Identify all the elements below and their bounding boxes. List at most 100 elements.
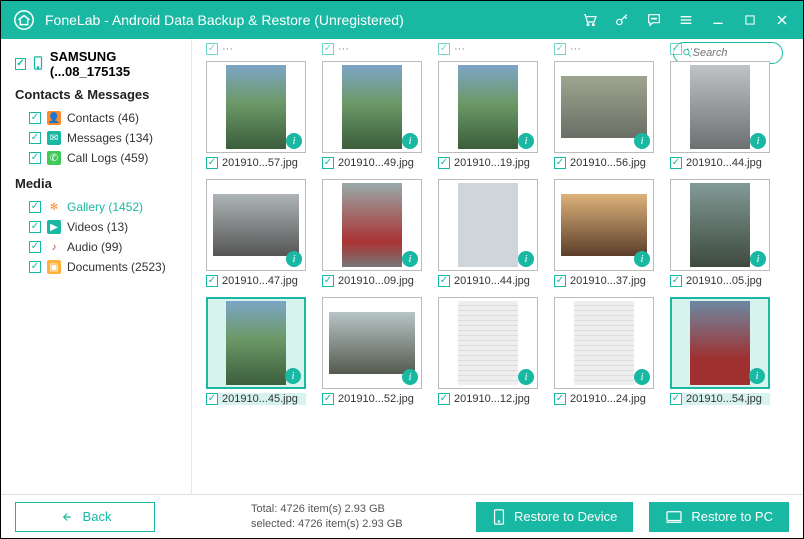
checkbox[interactable]	[29, 152, 41, 164]
thumbnail[interactable]: i 201910...44.jpg	[438, 179, 538, 287]
thumbnail[interactable]: i 201910...19.jpg	[438, 61, 538, 169]
sidebar-item-gallery[interactable]: ✻ Gallery (1452)	[15, 197, 183, 217]
thumbnail[interactable]: i 201910...57.jpg	[206, 61, 306, 169]
thumb-filename: 201910...44.jpg	[454, 275, 530, 287]
thumb-checkbox[interactable]	[670, 275, 682, 287]
thumbnail[interactable]: i201910...52.jpg	[322, 297, 422, 405]
category-media: Media	[15, 176, 183, 191]
info-icon[interactable]: i	[634, 369, 650, 385]
info-icon[interactable]: i	[518, 133, 534, 149]
audio-icon: ♪	[47, 240, 61, 254]
sidebar-item-messages[interactable]: ✉ Messages (134)	[15, 128, 183, 148]
thumbnail[interactable]: i 201910...44.jpg	[670, 61, 770, 169]
thumb-checkbox[interactable]	[554, 275, 566, 287]
pc-icon	[665, 510, 683, 524]
thumb-checkbox[interactable]	[206, 157, 218, 169]
thumb-filename: 201910...44.jpg	[686, 157, 762, 169]
feedback-icon[interactable]	[645, 11, 663, 29]
thumb-checkbox[interactable]	[438, 393, 450, 405]
info-icon[interactable]: i	[634, 251, 650, 267]
category-contacts: Contacts & Messages	[15, 87, 183, 102]
restore-pc-button[interactable]: Restore to PC	[649, 502, 789, 532]
device-checkbox[interactable]	[15, 58, 26, 70]
documents-icon: ▣	[47, 260, 61, 274]
thumb-checkbox[interactable]	[670, 157, 682, 169]
minimize-icon[interactable]	[709, 11, 727, 29]
thumbnail[interactable]: i 201910...45.jpg	[206, 297, 306, 405]
home-icon[interactable]	[13, 9, 35, 31]
info-icon[interactable]: i	[518, 369, 534, 385]
thumb-filename: 201910...57.jpg	[222, 157, 298, 169]
thumb-checkbox[interactable]	[322, 157, 334, 169]
menu-icon[interactable]	[677, 11, 695, 29]
thumbnail[interactable]: i201910...05.jpg	[670, 179, 770, 287]
sidebar-item-contacts[interactable]: 👤 Contacts (46)	[15, 108, 183, 128]
thumbnail[interactable]: i201910...37.jpg	[554, 179, 654, 287]
checkbox[interactable]	[29, 132, 41, 144]
restore-device-label: Restore to Device	[514, 509, 617, 524]
thumb-filename: 201910...12.jpg	[454, 393, 530, 405]
sidebar-item-videos[interactable]: ▶ Videos (13)	[15, 217, 183, 237]
info-icon[interactable]: i	[286, 251, 302, 267]
stats-selected: selected: 4726 item(s) 2.93 GB	[251, 517, 460, 531]
info-icon[interactable]: i	[518, 251, 534, 267]
checkbox[interactable]	[29, 112, 41, 124]
thumb-checkbox[interactable]	[438, 157, 450, 169]
sidebar-item-label: Contacts (46)	[67, 111, 139, 125]
thumb-checkbox[interactable]	[554, 157, 566, 169]
thumb-filename: 201910...45.jpg	[222, 393, 298, 405]
info-icon[interactable]: i	[286, 133, 302, 149]
info-icon[interactable]: i	[402, 251, 418, 267]
cart-icon[interactable]	[581, 11, 599, 29]
thumb-filename: 201910...49.jpg	[338, 157, 414, 169]
info-icon[interactable]: i	[749, 368, 765, 384]
sidebar-item-label: Videos (13)	[67, 220, 128, 234]
videos-icon: ▶	[47, 220, 61, 234]
thumb-checkbox[interactable]	[206, 393, 218, 405]
stats-total: Total: 4726 item(s) 2.93 GB	[251, 502, 460, 516]
restore-device-button[interactable]: Restore to Device	[476, 502, 633, 532]
thumbnail[interactable]: i 201910...49.jpg	[322, 61, 422, 169]
device-name: SAMSUNG (...08_175135	[50, 49, 183, 79]
thumb-checkbox[interactable]	[438, 275, 450, 287]
info-icon[interactable]: i	[285, 368, 301, 384]
checkbox[interactable]	[29, 221, 41, 233]
device-row[interactable]: SAMSUNG (...08_175135	[15, 49, 183, 79]
thumb-filename: 201910...19.jpg	[454, 157, 530, 169]
thumb-checkbox[interactable]	[670, 393, 682, 405]
thumbnail[interactable]: i201910...56.jpg	[554, 61, 654, 169]
back-button[interactable]: Back	[15, 502, 155, 532]
info-icon[interactable]: i	[402, 369, 418, 385]
sidebar-item-documents[interactable]: ▣ Documents (2523)	[15, 257, 183, 277]
footer: Back Total: 4726 item(s) 2.93 GB selecte…	[1, 494, 803, 538]
thumb-checkbox[interactable]	[322, 393, 334, 405]
sidebar-item-label: Gallery (1452)	[67, 200, 143, 214]
thumb-checkbox[interactable]	[554, 393, 566, 405]
info-icon[interactable]: i	[634, 133, 650, 149]
thumb-checkbox[interactable]	[322, 275, 334, 287]
thumbnail[interactable]: i201910...24.jpg	[554, 297, 654, 405]
gallery-icon: ✻	[47, 200, 61, 214]
thumbnail[interactable]: i201910...09.jpg	[322, 179, 422, 287]
restore-pc-label: Restore to PC	[691, 509, 773, 524]
info-icon[interactable]: i	[750, 133, 766, 149]
sidebar-item-label: Messages (134)	[67, 131, 153, 145]
calllogs-icon: ✆	[47, 151, 61, 165]
thumbnail-grid[interactable]: i201910...57.jpg i201910...49.jpg i20191…	[192, 55, 803, 494]
checkbox[interactable]	[29, 261, 41, 273]
thumb-filename: 201910...47.jpg	[222, 275, 298, 287]
checkbox[interactable]	[29, 241, 41, 253]
sidebar-item-calllogs[interactable]: ✆ Call Logs (459)	[15, 148, 183, 168]
thumb-checkbox[interactable]	[206, 275, 218, 287]
thumbnail[interactable]: i 201910...47.jpg	[206, 179, 306, 287]
info-icon[interactable]: i	[750, 251, 766, 267]
close-icon[interactable]	[773, 11, 791, 29]
checkbox[interactable]	[29, 201, 41, 213]
sidebar-item-audio[interactable]: ♪ Audio (99)	[15, 237, 183, 257]
maximize-icon[interactable]	[741, 11, 759, 29]
info-icon[interactable]: i	[402, 133, 418, 149]
key-icon[interactable]	[613, 11, 631, 29]
sidebar-item-label: Audio (99)	[67, 240, 122, 254]
thumbnail[interactable]: i201910...54.jpg	[670, 297, 770, 405]
thumbnail[interactable]: i 201910...12.jpg	[438, 297, 538, 405]
